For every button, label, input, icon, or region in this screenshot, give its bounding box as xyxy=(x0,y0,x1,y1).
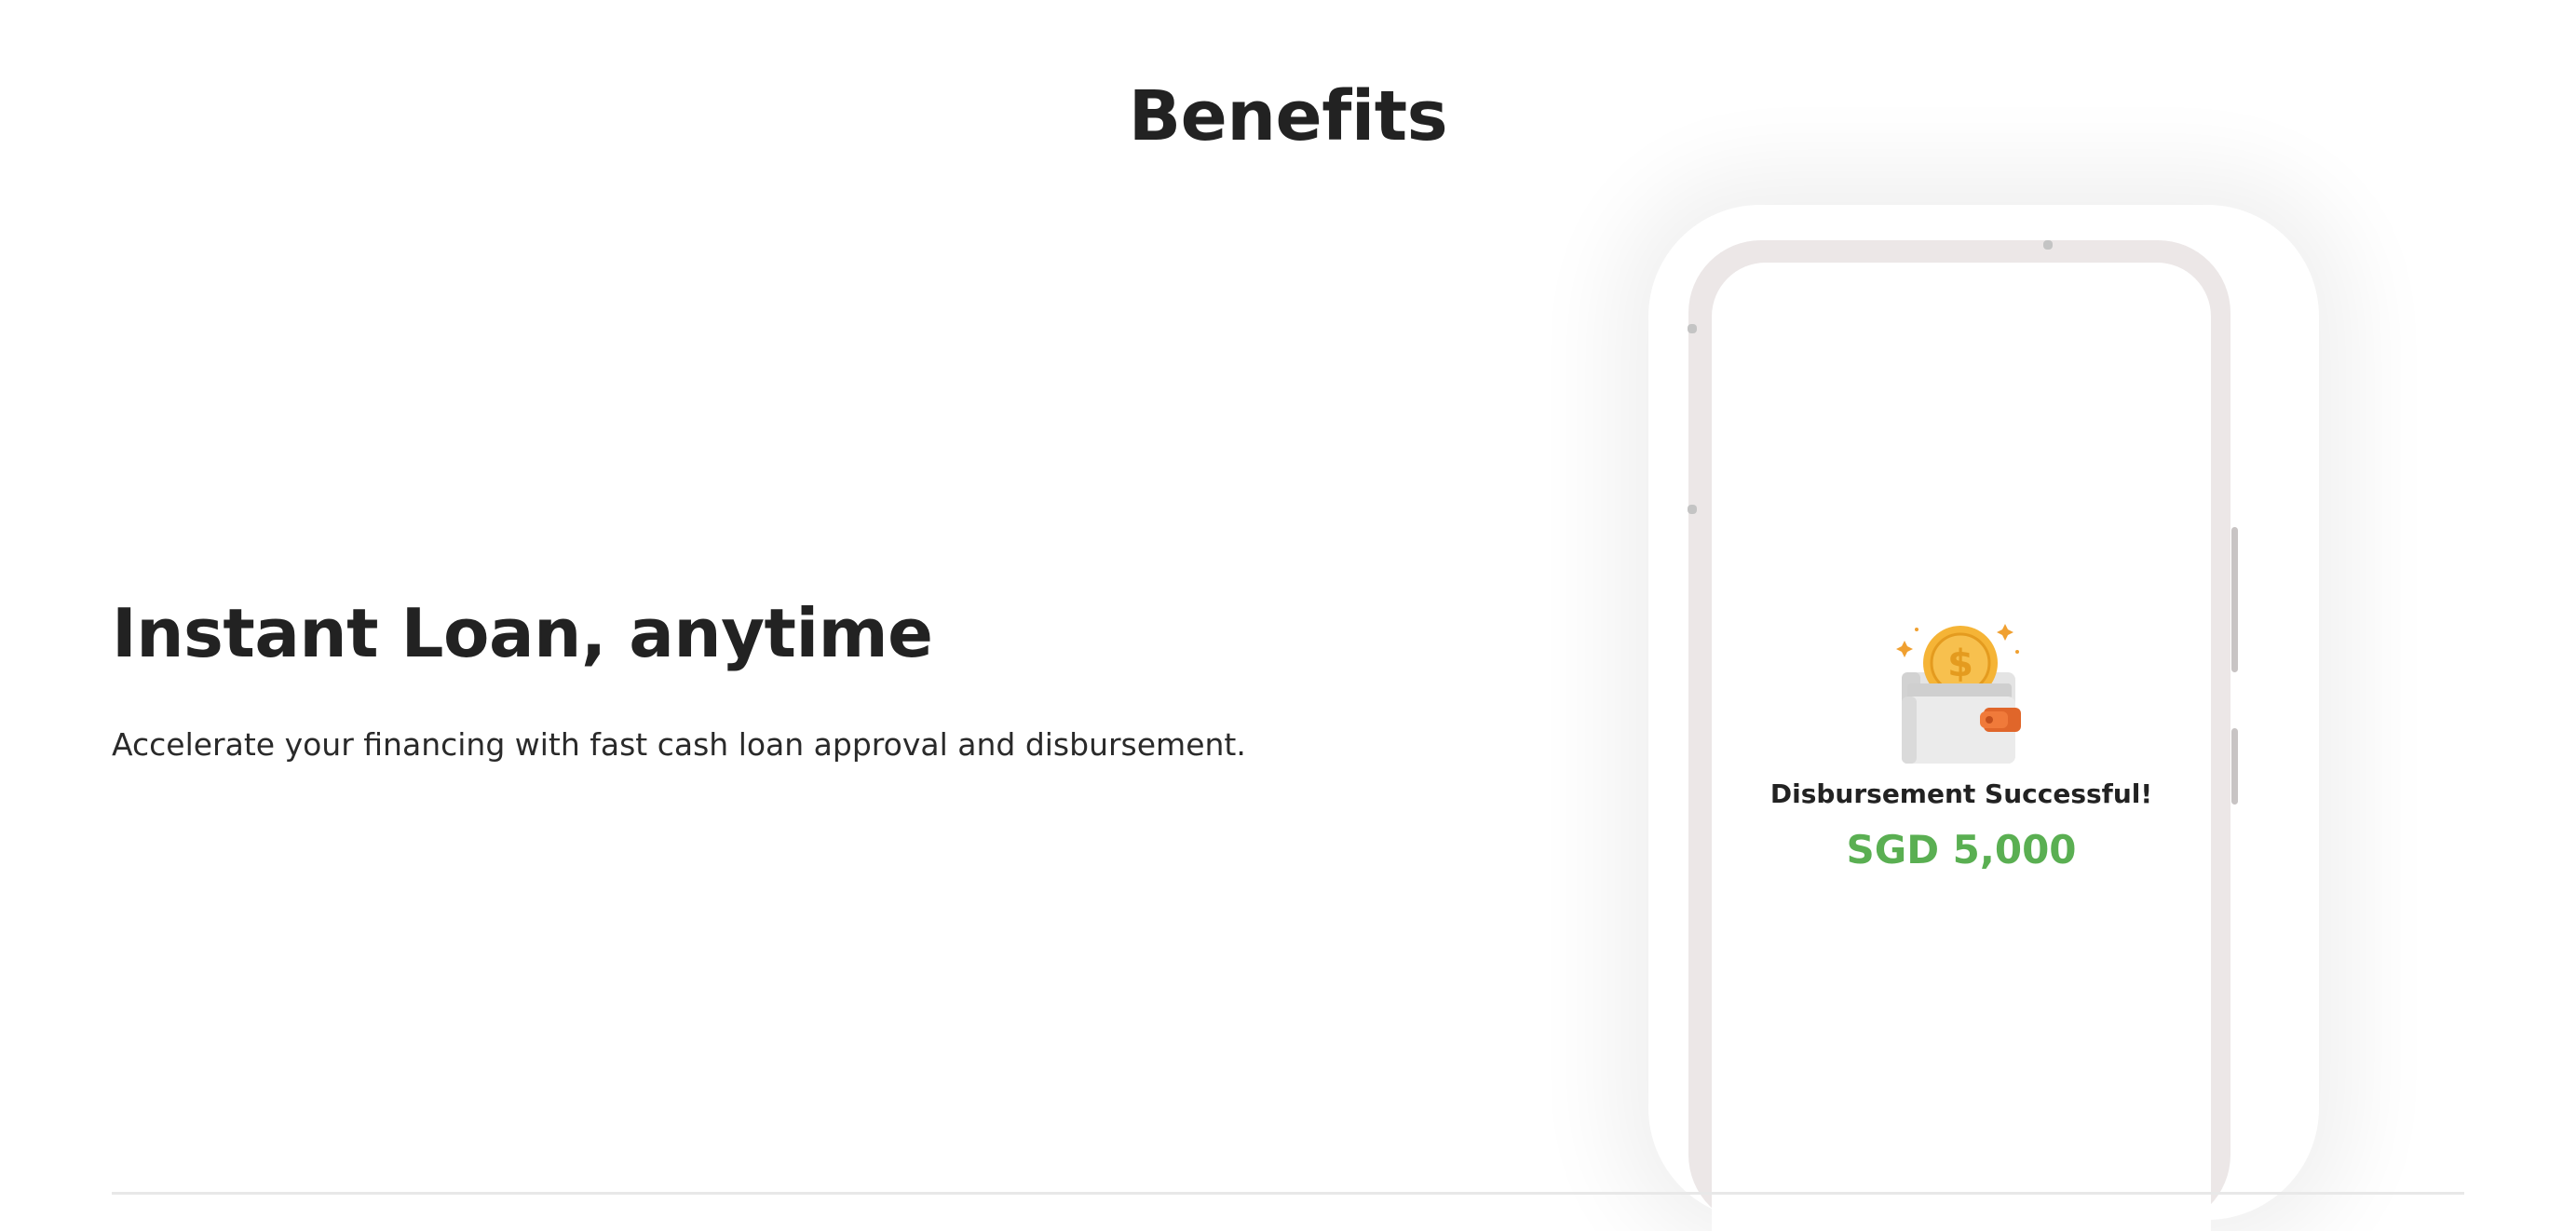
wallet-coin-icon: $ xyxy=(1891,618,2030,767)
disbursement-amount: SGD 5,000 xyxy=(1846,827,2077,873)
phone-side-button-left-bottom xyxy=(1688,505,1697,514)
phone-side-button-left-top xyxy=(1688,324,1697,333)
section-divider xyxy=(112,1192,2464,1195)
section-title: Benefits xyxy=(1128,76,1448,156)
coin-dollar-icon: $ xyxy=(1947,643,1973,685)
phone-camera xyxy=(2043,240,2053,250)
phone-side-button-right-top xyxy=(2231,527,2238,672)
phone-side-button-right-bottom xyxy=(2231,728,2238,805)
disbursement-status-text: Disbursement Successful! xyxy=(1769,778,2153,809)
benefit-description: Accelerate your financing with fast cash… xyxy=(112,726,1246,763)
benefit-heading: Instant Loan, anytime xyxy=(112,594,933,672)
